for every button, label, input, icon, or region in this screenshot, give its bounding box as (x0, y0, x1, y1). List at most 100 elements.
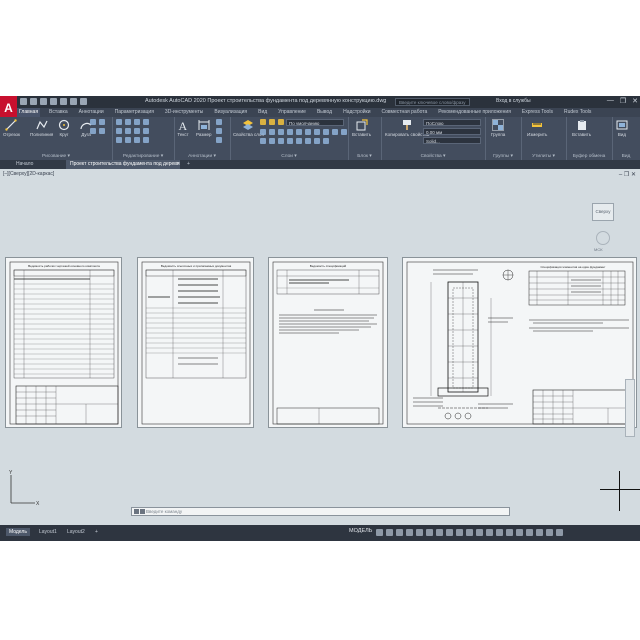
table-icon[interactable] (216, 128, 222, 134)
offset-icon[interactable] (143, 137, 149, 143)
viewcube-ring[interactable] (596, 231, 610, 245)
rotate-icon[interactable] (125, 119, 131, 125)
viewcube[interactable]: Сверху (592, 203, 614, 221)
lineweight-icon[interactable] (436, 529, 443, 536)
tab-collaborate[interactable]: Совместная работа (380, 108, 430, 117)
panel-layers-label[interactable]: Слои ▾ (230, 154, 348, 159)
layer-combo[interactable]: По умолчанию (286, 119, 344, 126)
lock-icon[interactable] (278, 119, 284, 125)
line-tool[interactable]: Отрезок (3, 119, 20, 137)
navigation-bar[interactable] (625, 379, 635, 437)
snap-icon[interactable] (386, 529, 393, 536)
osnap-icon[interactable] (416, 529, 423, 536)
erase-icon[interactable] (143, 119, 149, 125)
maximize-button[interactable]: ❐ (620, 97, 626, 105)
hardware-acceleration-icon[interactable] (536, 529, 543, 536)
panel-view-label[interactable]: Вид (612, 154, 640, 159)
panel-properties-label[interactable]: Свойства ▾ (381, 154, 485, 159)
isolate-icon[interactable] (526, 529, 533, 536)
light-bulb-icon[interactable] (260, 119, 266, 125)
array-icon[interactable] (134, 137, 140, 143)
doc-tab-new[interactable]: + (183, 160, 194, 169)
tab-featured-apps[interactable]: Рекомендованные приложения (436, 108, 513, 117)
save-icon[interactable] (40, 98, 47, 105)
layer-tool-15-icon[interactable] (296, 138, 302, 144)
drawing-viewport[interactable]: [–][Сверху][2D-каркас] – ❐ ✕ Ведомость р… (0, 169, 640, 525)
tab-output[interactable]: Вывод (315, 108, 334, 117)
tab-3d-tools[interactable]: 3D-инструменты (163, 108, 205, 117)
leader-icon[interactable] (216, 119, 222, 125)
panel-groups-label[interactable]: Группы ▾ (485, 154, 521, 159)
panel-block-label[interactable]: Блок ▾ (348, 154, 381, 159)
selection-cycling-icon[interactable] (456, 529, 463, 536)
quick-properties-icon[interactable] (516, 529, 523, 536)
paste-tool[interactable]: Вставить (572, 119, 591, 137)
tab-manage[interactable]: Управление (276, 108, 308, 117)
layer-tool-9-icon[interactable] (332, 129, 338, 135)
redo-icon[interactable] (80, 98, 87, 105)
clean-screen-icon[interactable] (546, 529, 553, 536)
panel-annotation-label[interactable]: Аннотации ▾ (174, 154, 230, 159)
plot-icon[interactable] (60, 98, 67, 105)
layer-tool-6-icon[interactable] (305, 129, 311, 135)
doc-tab-drawing[interactable]: Проект строительства фундамента под дере… (66, 160, 180, 169)
ortho-icon[interactable] (396, 529, 403, 536)
drawing-sheet-3[interactable]: Ведомость спецификаций (268, 257, 388, 428)
text-tool[interactable]: A Текст (177, 119, 189, 137)
polar-icon[interactable] (406, 529, 413, 536)
layer-tool-13-icon[interactable] (278, 138, 284, 144)
layer-tool-8-icon[interactable] (323, 129, 329, 135)
new-file-icon[interactable] (20, 98, 27, 105)
units-icon[interactable] (506, 529, 513, 536)
otrack-icon[interactable] (426, 529, 433, 536)
layer-tool-18-icon[interactable] (323, 138, 329, 144)
scale-icon[interactable] (125, 137, 131, 143)
trim-icon[interactable] (134, 119, 140, 125)
layout-tab-model[interactable]: Модель (6, 528, 30, 536)
ellipse-icon[interactable] (90, 128, 96, 134)
tab-parametric[interactable]: Параметризация (113, 108, 156, 117)
insert-block-tool[interactable]: Вставить (352, 119, 371, 137)
panel-modify-label[interactable]: Редактирование ▾ (112, 154, 174, 159)
drawing-sheet-2[interactable]: Ведомость ссылочных и прилагаемых докуме… (137, 257, 254, 428)
open-file-icon[interactable] (30, 98, 37, 105)
spline-icon[interactable] (99, 128, 105, 134)
stretch-icon[interactable] (116, 137, 122, 143)
layout-tab-new[interactable]: + (92, 528, 101, 536)
layer-tool-16-icon[interactable] (305, 138, 311, 144)
linetype-combo[interactable]: Solid... (423, 137, 481, 144)
mtext-icon[interactable] (216, 137, 222, 143)
3d-osnap-icon[interactable] (466, 529, 473, 536)
hatch-icon[interactable] (99, 119, 105, 125)
undo-icon[interactable] (70, 98, 77, 105)
grid-icon[interactable] (376, 529, 383, 536)
layer-tool-12-icon[interactable] (269, 138, 275, 144)
wcs-label[interactable]: МСК (594, 247, 603, 252)
tab-insert[interactable]: Вставка (47, 108, 70, 117)
layer-tool-11-icon[interactable] (260, 138, 266, 144)
copy-icon[interactable] (116, 128, 122, 134)
viewport-window-controls[interactable]: – ❐ ✕ (619, 171, 636, 178)
command-settings-icon[interactable] (140, 509, 145, 514)
tab-addins[interactable]: Надстройки (341, 108, 372, 117)
layout-tab-layout2[interactable]: Layout2 (64, 528, 88, 536)
panel-clipboard-label[interactable]: Буфер обмена (566, 154, 612, 159)
tab-express-tools[interactable]: Express Tools (520, 108, 555, 117)
annotation-scale-icon[interactable] (486, 529, 493, 536)
layer-tool-7-icon[interactable] (314, 129, 320, 135)
drawing-sheet-4[interactable]: Спецификация элементов на один фундамент (402, 257, 637, 428)
panel-utilities-label[interactable]: Утилиты ▾ (521, 154, 566, 159)
group-tool[interactable]: Группа (491, 119, 505, 137)
layer-tool-5-icon[interactable] (296, 129, 302, 135)
layer-tool-17-icon[interactable] (314, 138, 320, 144)
save-as-icon[interactable] (50, 98, 57, 105)
customization-icon[interactable] (556, 529, 563, 536)
dynamic-ucs-icon[interactable] (476, 529, 483, 536)
circle-tool[interactable]: Круг (58, 119, 70, 137)
tab-annotate[interactable]: Аннотации (77, 108, 106, 117)
mirror-icon[interactable] (125, 128, 131, 134)
tab-visualize[interactable]: Визуализация (212, 108, 249, 117)
view-tool[interactable]: Вид (616, 119, 628, 137)
measure-tool[interactable]: Измерить (527, 119, 547, 137)
panel-draw-label[interactable]: Рисование ▾ (0, 154, 112, 159)
